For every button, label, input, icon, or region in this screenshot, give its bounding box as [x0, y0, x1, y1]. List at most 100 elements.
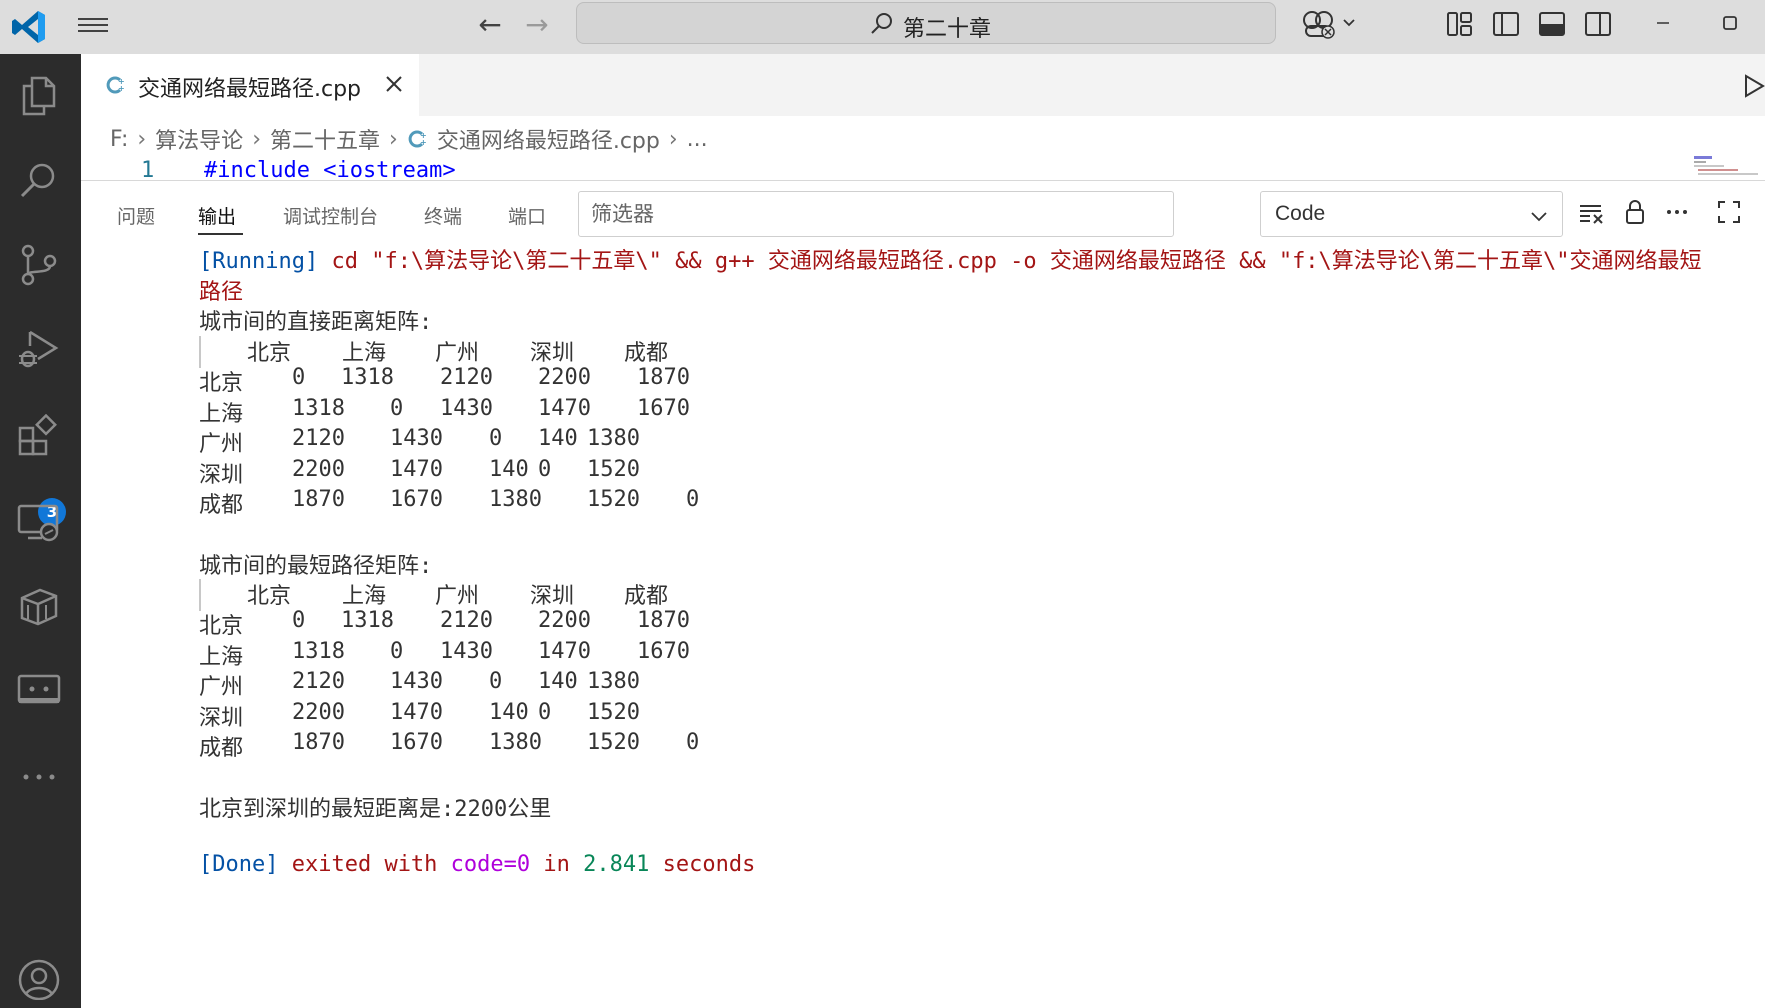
- direct-distance-cell: 1670: [637, 395, 690, 421]
- chevron-down-icon: [1531, 212, 1547, 222]
- tab-debug-console[interactable]: 调试控制台: [283, 202, 378, 229]
- cpp-file-icon: + +: [106, 76, 125, 94]
- shortest-matrix-title: 城市间的最短路径矩阵:: [199, 554, 433, 579]
- more-actions-icon[interactable]: [1663, 198, 1691, 226]
- shortest-path-cell: 1380: [489, 730, 542, 755]
- direct-distance-col-header: 深圳: [530, 341, 575, 366]
- tab-output[interactable]: 输出: [198, 202, 236, 229]
- direct-distance-cell: 1380: [587, 426, 640, 452]
- breadcrumb-file[interactable]: 交通网络最短路径.cpp: [437, 123, 660, 155]
- done-line: [Done] exited with code=0 in 2.841 secon…: [199, 852, 755, 877]
- search-icon[interactable]: [16, 158, 62, 204]
- direct-distance-row-header: 成都: [199, 493, 244, 518]
- direct-distance-col-header: 成都: [624, 341, 669, 366]
- source-control-icon[interactable]: [16, 242, 62, 288]
- running-command-wrap: 路径: [199, 280, 244, 305]
- bottom-panel: 问题 输出 调试控制台 终端 端口 Code [Running] cd: [81, 180, 1765, 1008]
- result-prefix: 北京到深圳的最短距离是:: [199, 797, 455, 822]
- vscode-logo-icon[interactable]: [10, 8, 48, 46]
- direct-distance-cell: 0: [538, 456, 552, 482]
- tab-ports[interactable]: 端口: [508, 202, 546, 229]
- shortest-path-cell: 1430: [390, 669, 443, 695]
- chevron-right-icon: ›: [137, 126, 147, 152]
- run-and-debug-icon[interactable]: [16, 326, 62, 372]
- containers-icon[interactable]: [16, 584, 62, 630]
- direct-distance-cell: 0: [390, 395, 404, 421]
- editor-tab[interactable]: + + 交通网络最短路径.cpp: [81, 54, 419, 116]
- direct-matrix-title: 城市间的直接距离矩阵:: [199, 310, 433, 335]
- direct-distance-cell: 2120: [292, 426, 345, 452]
- shortest-path-cell: 1520: [587, 730, 640, 755]
- minimize-icon[interactable]: [1648, 8, 1678, 38]
- toggle-primary-sidebar-icon[interactable]: [1490, 8, 1522, 40]
- shortest-path-col-header: 深圳: [530, 584, 575, 609]
- direct-distance-cell: 1318: [341, 365, 394, 391]
- breadcrumb-symbol[interactable]: ...: [687, 127, 708, 152]
- table-header-bar: [199, 579, 201, 611]
- output-log[interactable]: [Running] cd "f:\算法导论\第二十五章\" && g++ 交通网…: [199, 237, 1765, 1007]
- maximize-panel-icon[interactable]: [1715, 198, 1743, 226]
- arrow-right-icon[interactable]: →: [522, 10, 552, 40]
- result-line: 北京到深圳的最短距离是:2200公里: [199, 791, 551, 823]
- done-exit-code: code=0: [450, 852, 531, 877]
- title-bar: ← → 第二十章: [0, 0, 1765, 54]
- cpp-file-icon: + +: [408, 130, 427, 148]
- running-tag: [Running]: [199, 249, 319, 274]
- direct-distance-cell: 1430: [390, 426, 443, 452]
- shortest-path-col-header: 广州: [435, 584, 480, 609]
- customize-layout-icon[interactable]: [1444, 8, 1476, 40]
- shortest-path-row-header: 广州: [199, 675, 244, 701]
- minimap[interactable]: [1694, 156, 1764, 178]
- toggle-panel-icon[interactable]: [1536, 8, 1568, 40]
- direct-distance-cell: 1670: [390, 487, 443, 512]
- direct-distance-row-header: 北京: [199, 371, 244, 397]
- editor-code-peek[interactable]: 1 #include <iostream>: [81, 158, 1765, 180]
- direct-distance-cell: 2200: [292, 456, 345, 482]
- direct-distance-cell: 140: [489, 456, 529, 482]
- command-center[interactable]: 第二十章: [576, 2, 1276, 44]
- result-unit: 公里: [507, 797, 552, 822]
- tab-problems[interactable]: 问题: [117, 202, 155, 229]
- copilot-icon[interactable]: [1298, 8, 1368, 42]
- running-line: [Running] cd "f:\算法导论\第二十五章\" && g++ 交通网…: [199, 243, 1702, 275]
- breadcrumb-subfolder[interactable]: 第二十五章: [270, 123, 380, 155]
- direct-distance-col-header: 广州: [435, 341, 480, 366]
- direct-distance-cell: 1430: [440, 395, 493, 421]
- direct-distance-cell: 0: [686, 487, 700, 512]
- shortest-path-cell: 140: [489, 699, 529, 725]
- breadcrumb-drive[interactable]: F:: [110, 127, 128, 152]
- menu-icon[interactable]: [78, 14, 108, 40]
- maximize-icon[interactable]: [1715, 8, 1745, 38]
- breadcrumb-folder[interactable]: 算法导论: [155, 123, 243, 155]
- active-tab-indicator: [198, 233, 243, 235]
- remote-explorer-icon[interactable]: [16, 500, 62, 546]
- explorer-icon[interactable]: [16, 72, 62, 118]
- shortest-path-cell: 1318: [341, 608, 394, 634]
- done-tag: [Done]: [199, 852, 279, 877]
- run-icon[interactable]: [1741, 72, 1765, 100]
- shortest-path-cell: 2200: [292, 699, 345, 725]
- filter-input[interactable]: [579, 192, 1173, 236]
- svg-text:+: +: [118, 84, 125, 93]
- done-in: in: [530, 852, 584, 877]
- filter-field[interactable]: [578, 191, 1174, 237]
- shortest-path-cell: 0: [686, 730, 700, 755]
- direct-distance-row-header: 深圳: [199, 462, 244, 488]
- output-channel-select[interactable]: Code: [1260, 191, 1563, 237]
- lock-icon[interactable]: [1621, 198, 1649, 226]
- tunnels-icon[interactable]: [16, 668, 62, 714]
- direct-distance-cell: 140: [538, 426, 578, 452]
- direct-distance-row-header: 上海: [199, 401, 244, 427]
- direct-distance-col-header: 北京: [247, 341, 292, 366]
- more-icon[interactable]: [16, 754, 62, 800]
- code-line[interactable]: #include <iostream>: [204, 158, 456, 180]
- shortest-path-cell: 1870: [637, 608, 690, 634]
- toggle-secondary-sidebar-icon[interactable]: [1582, 8, 1614, 40]
- close-icon[interactable]: [382, 72, 406, 96]
- clear-output-icon[interactable]: [1577, 198, 1605, 226]
- extensions-icon[interactable]: [16, 414, 62, 460]
- direct-distance-cell: 1520: [587, 487, 640, 512]
- arrow-left-icon[interactable]: ←: [475, 10, 505, 40]
- accounts-icon[interactable]: [16, 954, 62, 1000]
- tab-terminal[interactable]: 终端: [424, 202, 462, 229]
